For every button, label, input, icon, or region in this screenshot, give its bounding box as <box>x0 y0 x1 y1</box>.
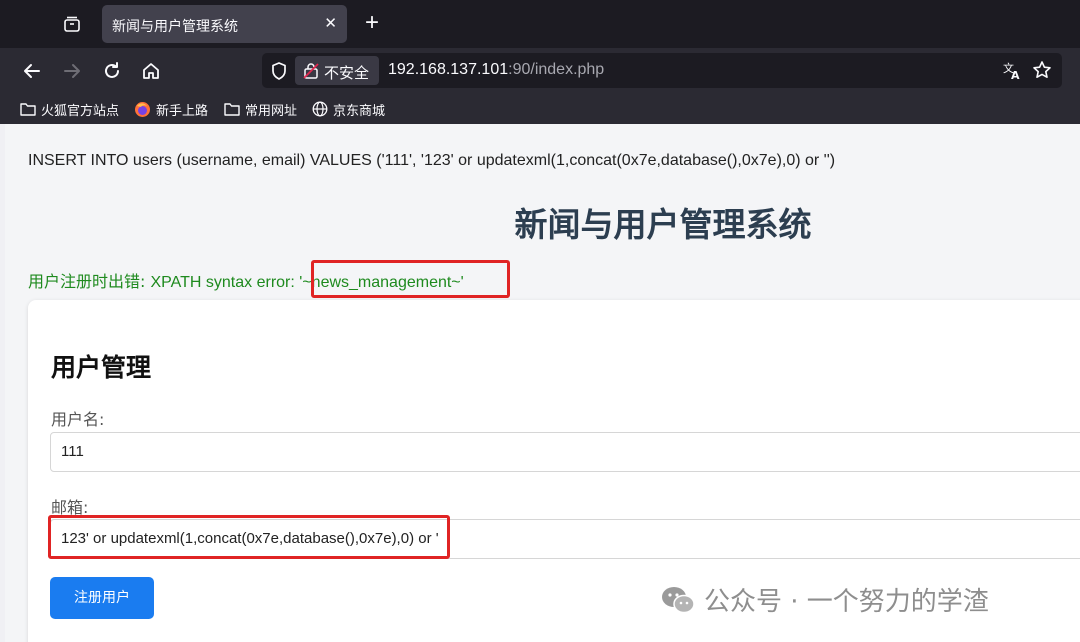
wechat-icon <box>662 586 695 613</box>
watermark-text: 公众号 · 一个努力的学渣 <box>704 587 989 617</box>
insecure-lock-icon <box>303 63 319 79</box>
watermark: 公众号 · 一个努力的学渣 <box>660 581 989 618</box>
username-label: 用户名: <box>51 410 105 429</box>
folder-icon <box>224 103 240 116</box>
section-heading: 用户管理 <box>51 353 152 382</box>
reload-button[interactable] <box>99 58 125 84</box>
home-icon <box>143 63 159 79</box>
url-text[interactable]: 192.168.137.101:90/index.php <box>388 61 604 79</box>
address-bar[interactable]: 不安全 192.168.137.101:90/index.php 文 A <box>262 53 1062 88</box>
translate-icon[interactable]: 文 A <box>1002 60 1022 80</box>
forward-arrow-icon <box>64 64 80 78</box>
tab-list-icon <box>64 16 80 32</box>
tab-bar: 新闻与用户管理系统 ✕ + <box>0 0 1080 48</box>
back-arrow-icon <box>24 64 40 78</box>
url-path: :90/index.php <box>508 61 605 78</box>
navigation-bar: 不安全 192.168.137.101:90/index.php 文 A <box>0 48 1080 94</box>
bookmark-firefox-official[interactable]: 火狐官方站点 <box>20 99 119 119</box>
reload-icon <box>105 62 119 78</box>
bookmark-label: 京东商城 <box>333 103 386 119</box>
sql-debug-output: INSERT INTO users (username, email) VALU… <box>28 152 836 169</box>
forward-button[interactable] <box>59 58 85 84</box>
page-title: 新闻与用户管理系统 <box>514 205 812 244</box>
page-viewport: INSERT INTO users (username, email) VALU… <box>5 124 1080 642</box>
error-prefix: 用户注册时出错: <box>28 272 151 291</box>
register-user-button[interactable]: 注册用户 <box>50 577 154 619</box>
svg-text:A: A <box>1011 69 1020 80</box>
bookmark-label: 新手上路 <box>156 103 209 119</box>
bookmark-common-sites[interactable]: 常用网址 <box>224 99 297 119</box>
bookmark-getting-started[interactable]: 新手上路 <box>134 99 208 119</box>
bookmark-label: 常用网址 <box>245 103 298 119</box>
url-host: 192.168.137.101 <box>388 61 509 78</box>
tab-close-icon[interactable]: ✕ <box>324 16 337 32</box>
bookmark-star-icon[interactable] <box>1032 60 1052 80</box>
active-tab[interactable]: 新闻与用户管理系统 ✕ <box>102 5 347 43</box>
email-highlight-annotation <box>48 515 450 559</box>
error-text: XPATH syntax error: <box>150 274 300 291</box>
username-input[interactable]: 111 <box>50 432 1080 472</box>
new-tab-button[interactable]: + <box>360 11 384 36</box>
connection-security-indicator[interactable]: 不安全 <box>295 56 379 85</box>
insecure-label: 不安全 <box>324 64 370 82</box>
bookmark-jd[interactable]: 京东商城 <box>312 99 385 119</box>
home-button[interactable] <box>138 58 164 84</box>
bookmarks-toolbar: 火狐官方站点 新手上路 常用网址 京东商城 <box>0 94 1080 124</box>
bookmark-label: 火狐官方站点 <box>41 103 120 119</box>
tab-manager-button[interactable] <box>58 12 86 38</box>
error-highlight-annotation <box>311 260 510 298</box>
globe-icon <box>312 101 328 117</box>
folder-icon <box>20 103 36 116</box>
tracking-shield-icon[interactable] <box>270 61 288 81</box>
firefox-icon <box>135 101 150 117</box>
back-button[interactable] <box>19 58 45 84</box>
tab-title: 新闻与用户管理系统 <box>112 19 238 35</box>
